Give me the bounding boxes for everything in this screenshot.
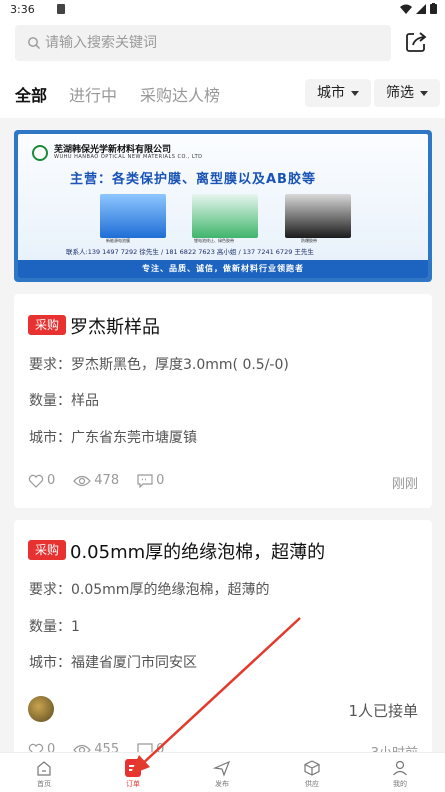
- banner-content: 芜湖韩保光学新材料有限公司 WUHU HANBAO OPTICAL NEW MA…: [18, 134, 428, 278]
- eye-icon: [73, 475, 92, 486]
- purchase-tag: 采购: [28, 540, 66, 560]
- system-icons: [400, 3, 437, 14]
- filter-button[interactable]: 筛选: [374, 79, 440, 107]
- comment-count: 0: [156, 473, 165, 488]
- comment-stat[interactable]: 0: [137, 473, 164, 488]
- order-stats: 0 478 0: [28, 473, 164, 488]
- caret-down-icon: [351, 90, 359, 96]
- battery-icon: [430, 3, 437, 14]
- sim-icon: [57, 4, 65, 14]
- share-icon[interactable]: [404, 30, 428, 54]
- nav-publish-label: 发布: [215, 780, 229, 788]
- company-logo: [32, 145, 48, 161]
- nav-supply-label: 供应: [305, 780, 319, 788]
- filter-label: 筛选: [386, 85, 414, 101]
- heart-icon: [28, 474, 44, 488]
- order-card[interactable]: 采购 罗杰斯样品 要求：罗杰斯黑色，厚度3.0mm( 0.5/-0) 数量：样品…: [14, 294, 432, 508]
- order-requirement: 要求：0.05mm厚的绝缘泡棉，超薄的: [29, 582, 270, 598]
- nav-publish[interactable]: 发布: [197, 759, 247, 789]
- search-input[interactable]: [45, 25, 385, 61]
- promo-banner[interactable]: 芜湖韩保光学新材料有限公司 WUHU HANBAO OPTICAL NEW MA…: [14, 130, 432, 282]
- nav-profile[interactable]: 我的: [375, 759, 425, 789]
- order-title: 0.05mm厚的绝缘泡棉，超薄的: [70, 542, 326, 563]
- send-icon: [213, 760, 231, 777]
- caret-down-icon: [420, 90, 428, 96]
- view-count: 478: [94, 473, 120, 488]
- signal-icon: [416, 3, 426, 14]
- order-card[interactable]: 采购 0.05mm厚的绝缘泡棉，超薄的 要求：0.05mm厚的绝缘泡棉，超薄的 …: [14, 520, 432, 761]
- view-stat: 478: [73, 473, 119, 488]
- order-quantity: 数量：样品: [29, 393, 99, 409]
- order-icon: [125, 759, 141, 777]
- tab-buyer-ranking[interactable]: 采购达人榜: [140, 82, 220, 106]
- banner-main-business: 主营：各类保护膜、离型膜以及AB胶等: [70, 172, 316, 187]
- search-icon: [28, 37, 40, 49]
- nav-supply[interactable]: 供应: [287, 759, 337, 789]
- banner-product-image: [192, 194, 258, 238]
- wifi-icon: [400, 4, 412, 14]
- tab-all[interactable]: 全部: [15, 82, 47, 106]
- nav-profile-label: 我的: [393, 780, 407, 788]
- top-bar: [0, 20, 445, 70]
- banner-product-image: [285, 194, 351, 238]
- bottom-nav: 首页 订单 发布 供应 我的: [0, 752, 445, 792]
- nav-orders-label: 订单: [126, 780, 140, 788]
- city-filter-button[interactable]: 城市: [305, 79, 371, 107]
- banner-product-image: [100, 194, 166, 238]
- tab-bar: 全部 进行中 采购达人榜 城市 筛选: [0, 70, 445, 118]
- tab-in-progress[interactable]: 进行中: [69, 82, 117, 106]
- nav-home[interactable]: 首页: [19, 759, 69, 789]
- nav-orders[interactable]: 订单: [108, 759, 158, 789]
- user-icon: [393, 760, 407, 776]
- status-bar: 3:36: [0, 0, 445, 20]
- order-time: 刚刚: [391, 477, 418, 492]
- banner-slogan: 专注、品质、诚信，做新材料行业领跑者: [18, 260, 428, 278]
- search-box[interactable]: [15, 25, 391, 61]
- box-icon: [304, 760, 320, 776]
- comment-icon: [137, 473, 153, 488]
- status-time: 3:36: [10, 3, 35, 16]
- banner-product-caption: 新能源电池膜: [106, 238, 130, 243]
- like-stat[interactable]: 0: [28, 473, 55, 488]
- banner-product-caption: 锂电池终止、绿色胶带: [194, 238, 234, 243]
- order-quantity: 数量：1: [29, 619, 80, 635]
- home-icon: [37, 761, 51, 776]
- purchase-tag: 采购: [28, 315, 66, 335]
- nav-home-label: 首页: [37, 780, 51, 788]
- order-requirement: 要求：罗杰斯黑色，厚度3.0mm( 0.5/-0): [29, 357, 289, 373]
- accepted-count: 1人已接单: [348, 702, 418, 720]
- like-count: 0: [47, 473, 56, 488]
- banner-contacts: 联系人:139 1497 7292 徐先生 / 181 6822 7623 高小…: [66, 248, 314, 256]
- order-city: 城市：福建省厦门市同安区: [29, 655, 197, 671]
- avatar[interactable]: [28, 696, 54, 722]
- order-city: 城市：广东省东莞市塘厦镇: [29, 430, 197, 446]
- banner-product-caption: 防爆胶带: [301, 238, 317, 243]
- banner-company-name-en: WUHU HANBAO OPTICAL NEW MATERIALS CO., L…: [54, 154, 203, 160]
- order-title: 罗杰斯样品: [70, 317, 160, 338]
- city-filter-label: 城市: [317, 85, 345, 101]
